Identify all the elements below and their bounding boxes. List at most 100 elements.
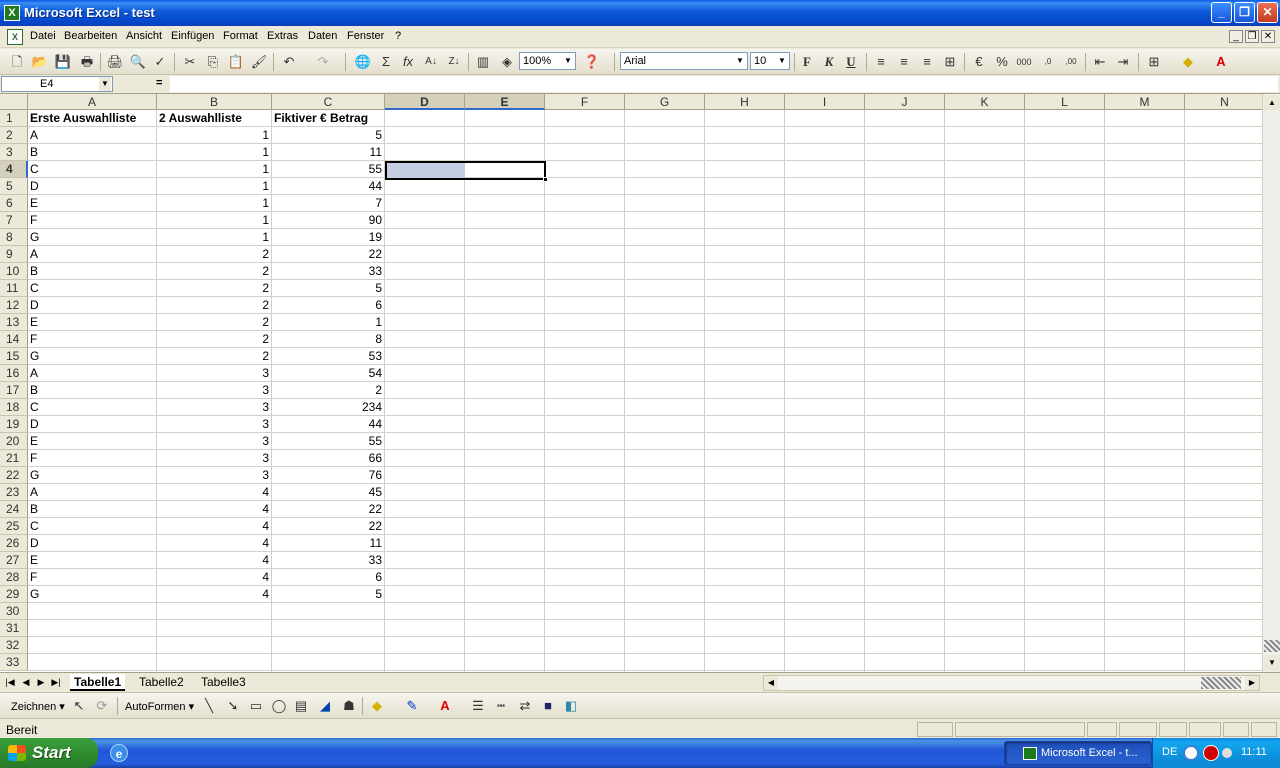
column-header-m[interactable]: M bbox=[1105, 94, 1185, 110]
cell[interactable]: B bbox=[28, 501, 156, 518]
3d-icon[interactable]: ◧ bbox=[562, 697, 580, 715]
cell[interactable]: D bbox=[28, 535, 156, 552]
borders-icon[interactable]: ⊞ bbox=[1145, 53, 1163, 71]
dash-style-icon[interactable]: ┅ bbox=[492, 697, 510, 715]
doc-close-button[interactable]: ✕ bbox=[1261, 30, 1275, 43]
cell[interactable]: 234 bbox=[272, 399, 384, 416]
vertical-scroll-thumb[interactable] bbox=[1264, 640, 1280, 652]
internet-explorer-icon[interactable]: e bbox=[110, 744, 128, 762]
cell[interactable]: D bbox=[28, 416, 156, 433]
cell[interactable]: E bbox=[28, 314, 156, 331]
fill-handle[interactable] bbox=[543, 177, 548, 182]
percent-icon[interactable]: % bbox=[993, 53, 1011, 71]
cell[interactable]: Fiktiver € Betrag bbox=[272, 110, 384, 127]
cell[interactable]: F bbox=[28, 450, 156, 467]
prev-sheet-icon[interactable]: ◀ bbox=[20, 676, 32, 689]
row-header[interactable]: 30 bbox=[0, 603, 28, 620]
oval-icon[interactable]: ◯ bbox=[270, 697, 288, 715]
line-icon[interactable]: ╲ bbox=[200, 697, 218, 715]
cell[interactable]: 11 bbox=[272, 535, 384, 552]
zeichnen-menu[interactable]: Zeichnen ▾ bbox=[11, 700, 65, 713]
formula-equals-icon[interactable]: = bbox=[156, 77, 162, 89]
select-objects-icon[interactable]: ↖ bbox=[70, 697, 88, 715]
cell[interactable]: 2 bbox=[157, 297, 271, 314]
column-header-h[interactable]: H bbox=[705, 94, 785, 110]
row-header[interactable]: 17 bbox=[0, 382, 28, 399]
cell[interactable]: 4 bbox=[157, 569, 271, 586]
cell[interactable]: 1 bbox=[157, 161, 271, 178]
textbox-icon[interactable]: ▤ bbox=[292, 697, 310, 715]
cell[interactable]: 2 bbox=[157, 348, 271, 365]
cell[interactable]: G bbox=[28, 348, 156, 365]
cell[interactable]: 2 bbox=[272, 382, 384, 399]
cell[interactable]: 3 bbox=[157, 416, 271, 433]
thousands-icon[interactable]: 000 bbox=[1015, 53, 1033, 71]
cell[interactable]: 3 bbox=[157, 450, 271, 467]
align-right-icon[interactable]: ≡ bbox=[918, 53, 936, 71]
row-header[interactable]: 23 bbox=[0, 484, 28, 501]
cell[interactable]: 55 bbox=[272, 161, 384, 178]
bold-button[interactable]: F bbox=[798, 53, 816, 71]
start-button[interactable]: Start bbox=[0, 738, 98, 768]
name-box[interactable]: E4 ▼ bbox=[1, 76, 113, 92]
merge-center-icon[interactable]: ⊞ bbox=[941, 53, 959, 71]
cell[interactable]: 8 bbox=[272, 331, 384, 348]
cut-icon[interactable]: ✂ bbox=[181, 53, 199, 71]
cell[interactable]: 2 bbox=[157, 263, 271, 280]
row-header[interactable]: 20 bbox=[0, 433, 28, 450]
tab-tabelle3[interactable]: Tabelle3 bbox=[197, 674, 250, 691]
align-left-icon[interactable]: ≡ bbox=[872, 53, 890, 71]
cell[interactable]: C bbox=[28, 161, 156, 178]
print-icon[interactable]: 🖨 bbox=[106, 53, 124, 71]
cell[interactable]: 1 bbox=[157, 178, 271, 195]
sort-ascending-icon[interactable]: A↓ bbox=[422, 53, 440, 71]
cell[interactable]: 53 bbox=[272, 348, 384, 365]
row-header[interactable]: 32 bbox=[0, 637, 28, 654]
cell[interactable]: 5 bbox=[272, 280, 384, 297]
hyperlink-icon[interactable]: 🌐 bbox=[354, 53, 372, 71]
align-center-icon[interactable]: ≡ bbox=[895, 53, 913, 71]
cell[interactable]: A bbox=[28, 127, 156, 144]
column-header-d[interactable]: D bbox=[385, 94, 465, 110]
column-header-l[interactable]: L bbox=[1025, 94, 1105, 110]
scroll-down-icon[interactable]: ▼ bbox=[1264, 655, 1280, 671]
row-header[interactable]: 26 bbox=[0, 535, 28, 552]
cell[interactable]: 2 bbox=[157, 331, 271, 348]
row-header[interactable]: 13 bbox=[0, 314, 28, 331]
increase-indent-icon[interactable]: ⇥ bbox=[1114, 53, 1132, 71]
font-size-select[interactable]: 10 ▼ bbox=[750, 52, 790, 70]
cell[interactable]: 6 bbox=[272, 569, 384, 586]
cell[interactable]: 4 bbox=[157, 518, 271, 535]
autosum-icon[interactable]: Σ bbox=[377, 53, 395, 71]
undo-icon[interactable]: ↶ bbox=[280, 53, 298, 71]
horizontal-scroll-thumb[interactable] bbox=[1201, 677, 1241, 689]
row-header[interactable]: 10 bbox=[0, 263, 28, 280]
row-header[interactable]: 14 bbox=[0, 331, 28, 348]
last-sheet-icon[interactable]: ▶| bbox=[50, 676, 62, 689]
wordart-icon[interactable]: ◢ bbox=[316, 697, 334, 715]
currency-icon[interactable]: € bbox=[970, 53, 988, 71]
row-header[interactable]: 15 bbox=[0, 348, 28, 365]
line-color-icon[interactable]: ✎ bbox=[403, 697, 421, 715]
arrow-style-icon[interactable]: ⇄ bbox=[516, 697, 534, 715]
paste-icon[interactable]: 📋 bbox=[227, 53, 245, 71]
format-painter-icon[interactable]: 🖌 bbox=[250, 53, 268, 71]
menu-bearbeiten[interactable]: Bearbeiten bbox=[64, 30, 117, 42]
function-icon[interactable]: fx bbox=[399, 53, 417, 71]
cell[interactable]: 55 bbox=[272, 433, 384, 450]
cell[interactable]: 66 bbox=[272, 450, 384, 467]
cell[interactable]: 7 bbox=[272, 195, 384, 212]
permission-icon[interactable]: 🖶 bbox=[78, 53, 96, 71]
print-preview-icon[interactable]: 🔍 bbox=[129, 53, 147, 71]
cell[interactable]: 54 bbox=[272, 365, 384, 382]
row-header[interactable]: 27 bbox=[0, 552, 28, 569]
menu-help[interactable]: ? bbox=[395, 30, 401, 42]
drawing-icon[interactable]: ◈ bbox=[498, 53, 516, 71]
clipart-icon[interactable]: ☗ bbox=[340, 697, 358, 715]
column-header-j[interactable]: J bbox=[865, 94, 945, 110]
cell[interactable]: 45 bbox=[272, 484, 384, 501]
horizontal-scrollbar[interactable]: ◀ ▶ bbox=[763, 675, 1260, 691]
column-header-g[interactable]: G bbox=[625, 94, 705, 110]
row-header[interactable]: 7 bbox=[0, 212, 28, 229]
decrease-decimal-icon[interactable]: ,00 bbox=[1062, 53, 1080, 71]
